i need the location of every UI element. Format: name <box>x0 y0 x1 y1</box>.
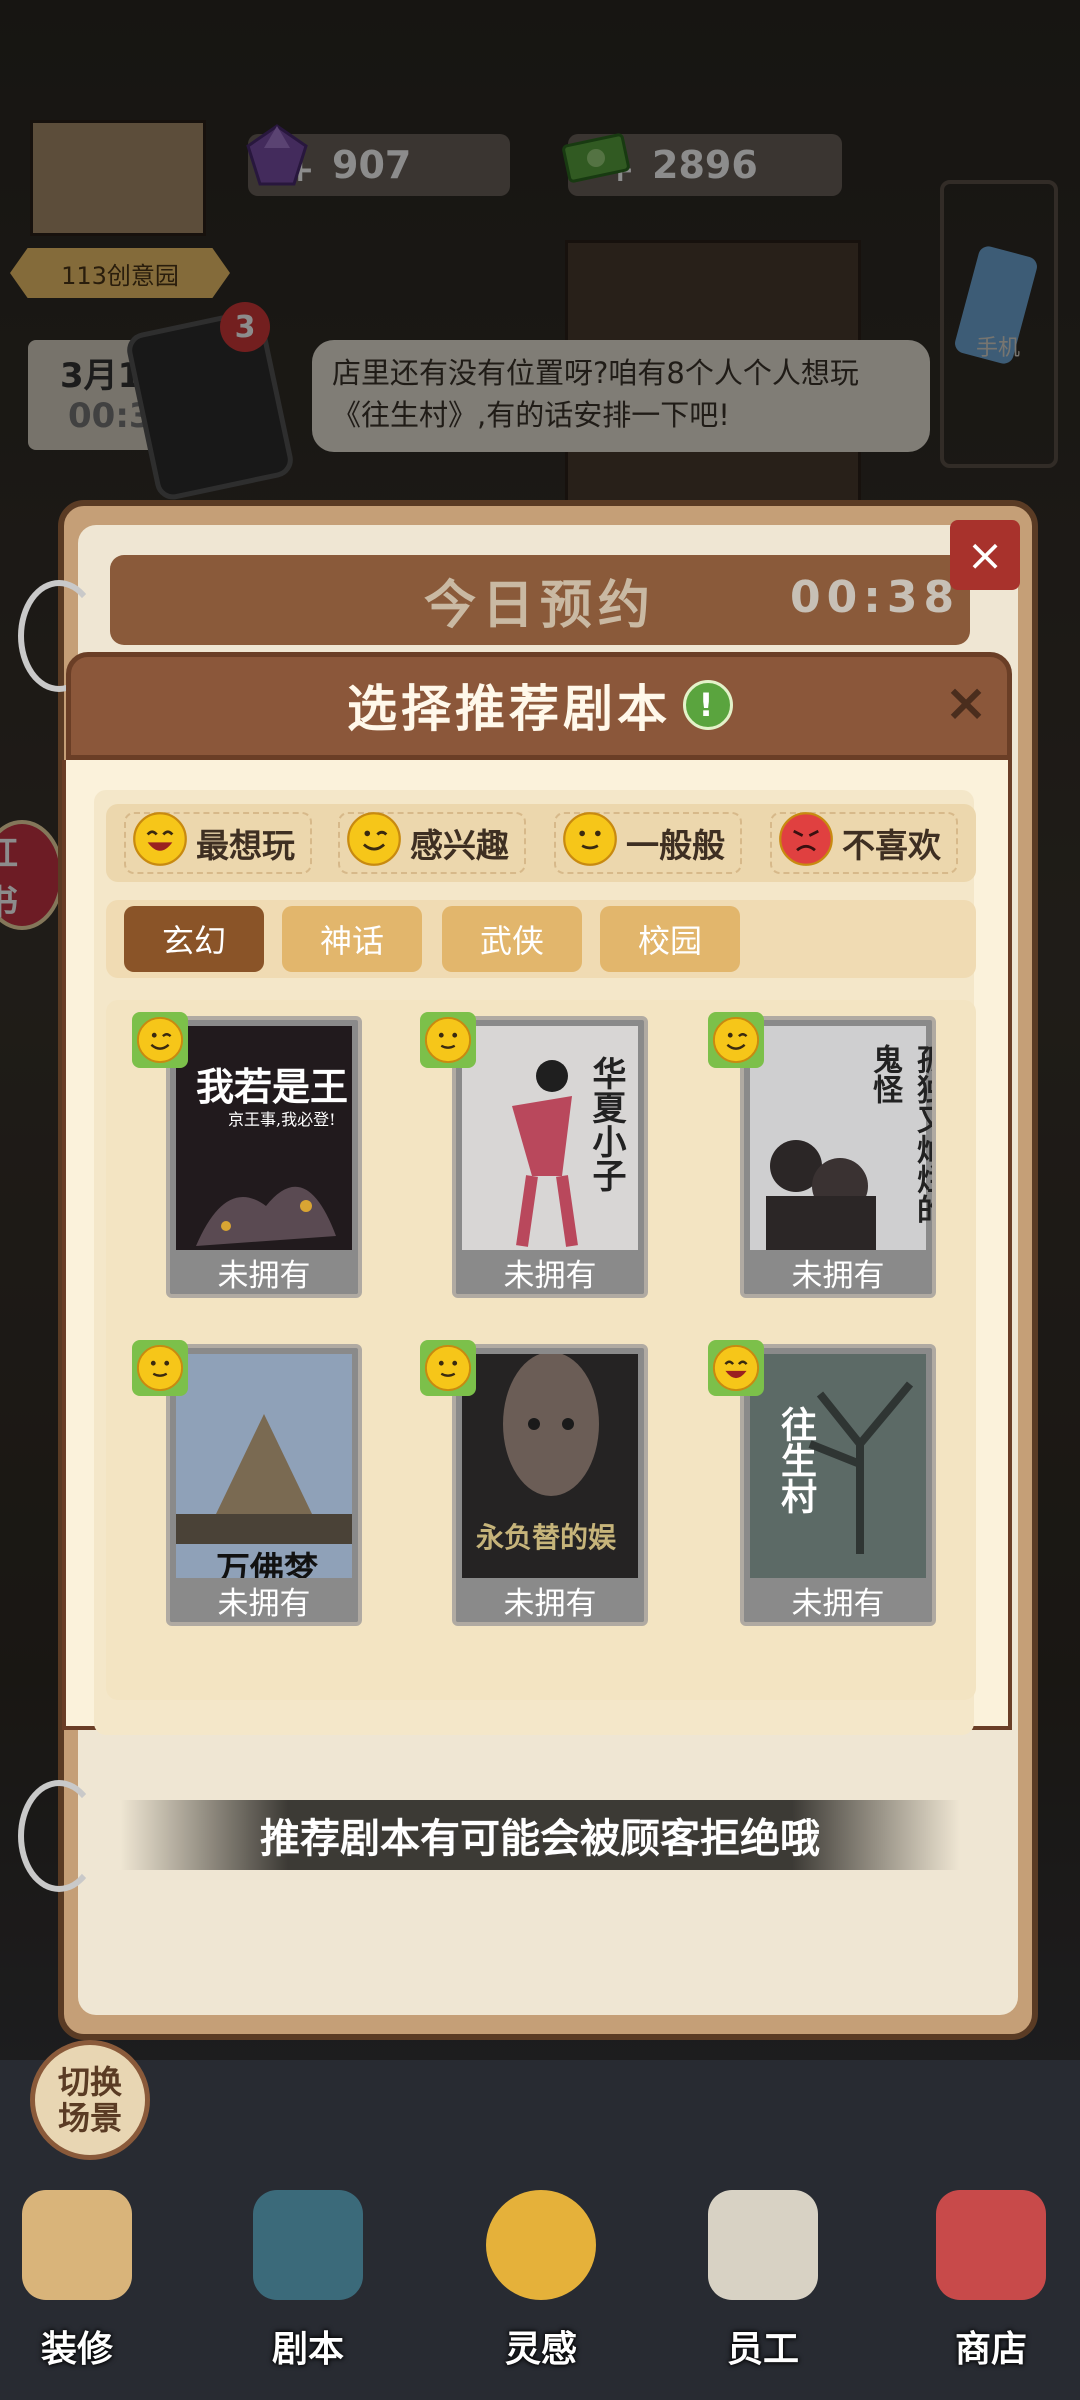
binder-ring <box>18 1780 100 1892</box>
script-poster: 万佛梦 <box>176 1354 352 1594</box>
legend-label: 一般般 <box>626 826 725 865</box>
nav-label: 灵感 <box>504 2329 577 2370</box>
legend-label: 不喜欢 <box>842 826 941 865</box>
script-status: 未拥有 <box>456 1578 644 1622</box>
script-status: 未拥有 <box>170 1250 358 1294</box>
tab-fantasy[interactable]: 玄幻 <box>124 906 264 972</box>
script-poster: 孤独又灿烂的鬼怪 <box>750 1026 932 1266</box>
script-poster: 华夏小子 <box>462 1026 638 1266</box>
warrior-artwork <box>512 1060 578 1247</box>
wink-face-icon <box>132 1012 188 1068</box>
hint-text: 推荐剧本有可能会被顾客拒绝哦 <box>120 1800 960 1870</box>
legend-label: 最想玩 <box>196 826 295 865</box>
wink-face-icon <box>346 811 402 875</box>
angry-face-icon <box>778 811 834 875</box>
script-card[interactable]: 永负替的娱 未拥有 <box>452 1344 648 1626</box>
wink-face-icon <box>708 1012 764 1068</box>
tab-martial-arts[interactable]: 武侠 <box>442 906 582 972</box>
nav-decorate[interactable]: 装修 <box>2 2180 152 2380</box>
couple-artwork <box>766 1140 876 1266</box>
nav-label: 员工 <box>726 2329 799 2370</box>
nav-label: 装修 <box>40 2329 113 2370</box>
switch-scene-button[interactable]: 切换 场景 <box>30 2040 150 2160</box>
script-card[interactable]: 我若是王 京王事,我必登! 未拥有 <box>166 1016 362 1298</box>
script-title: 我若是王 <box>196 1064 349 1109</box>
reservation-close-button[interactable]: × <box>950 520 1020 590</box>
badge-icon <box>708 2190 818 2300</box>
smile-face-icon <box>562 811 618 875</box>
nav-staff[interactable]: 员工 <box>688 2180 838 2380</box>
dialog-close-button[interactable]: × <box>938 673 994 733</box>
switch-scene-label: 场景 <box>57 2099 122 2137</box>
switch-scene-label: 切换 <box>57 2063 122 2101</box>
dragon-artwork <box>196 1186 336 1246</box>
script-card[interactable]: 万佛梦 未拥有 <box>166 1344 362 1626</box>
script-poster: 我若是王 京王事,我必登! <box>176 1026 352 1266</box>
dialog-title: 选择推荐剧本 ! <box>300 668 780 742</box>
script-status: 未拥有 <box>456 1250 644 1294</box>
script-card[interactable]: 孤独又灿烂的鬼怪 未拥有 <box>740 1016 936 1298</box>
smile-face-icon <box>420 1012 476 1068</box>
face-artwork <box>503 1354 599 1496</box>
shop-icon <box>936 2190 1046 2300</box>
script-status: 未拥有 <box>744 1578 932 1622</box>
script-poster: 永负替的娱 <box>462 1354 638 1594</box>
temple-artwork <box>176 1414 352 1544</box>
script-title: 往生村 <box>775 1406 817 1514</box>
house-icon <box>22 2190 132 2300</box>
nav-inspiration[interactable]: 灵感 <box>466 2180 616 2380</box>
legend-neutral: 一般般 <box>554 812 742 874</box>
legend-favorite: 最想玩 <box>124 812 312 874</box>
nav-label: 剧本 <box>271 2329 344 2370</box>
reservation-timer: 00:38 <box>790 572 961 623</box>
nav-shop[interactable]: 商店 <box>916 2180 1066 2380</box>
grin-face-icon <box>708 1340 764 1396</box>
legend-interested: 感兴趣 <box>338 812 526 874</box>
legend-label: 感兴趣 <box>410 826 509 865</box>
nav-label: 商店 <box>954 2329 1027 2370</box>
script-card[interactable]: 华夏小子 未拥有 <box>452 1016 648 1298</box>
dialog-title-text: 选择推荐剧本 <box>347 680 671 738</box>
info-icon[interactable]: ! <box>683 680 733 730</box>
nav-scripts[interactable]: 剧本 <box>233 2180 383 2380</box>
tab-campus[interactable]: 校园 <box>600 906 740 972</box>
script-subtitle: 京王事,我必登! <box>228 1110 336 1129</box>
legend-dislike: 不喜欢 <box>770 812 958 874</box>
script-status: 未拥有 <box>170 1578 358 1622</box>
tab-mythology[interactable]: 神话 <box>282 906 422 972</box>
smile-face-icon <box>132 1340 188 1396</box>
grin-face-icon <box>132 811 188 875</box>
script-title: 永负替的娱 <box>476 1521 617 1554</box>
lightbulb-icon <box>486 2190 596 2300</box>
script-poster: 往生村 <box>750 1354 926 1594</box>
smile-face-icon <box>420 1340 476 1396</box>
script-card[interactable]: 往生村 未拥有 <box>740 1344 936 1626</box>
book-icon <box>253 2190 363 2300</box>
script-status: 未拥有 <box>744 1250 932 1294</box>
